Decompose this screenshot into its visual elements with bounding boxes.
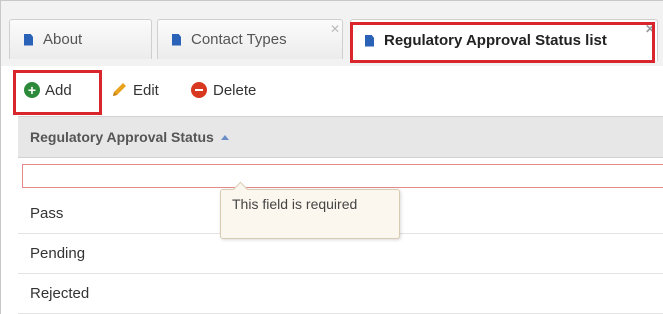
cell-status: Pending xyxy=(30,245,86,262)
table-row[interactable]: Pending xyxy=(18,234,663,274)
document-icon xyxy=(172,33,181,46)
tab-strip: About Contact Types ✕ Regulatory Approva… xyxy=(1,1,663,67)
delete-button[interactable]: Delete xyxy=(191,79,256,101)
pencil-icon xyxy=(113,83,126,96)
close-icon[interactable]: ✕ xyxy=(330,22,340,36)
new-row xyxy=(18,158,663,192)
document-icon xyxy=(24,33,33,46)
validation-tooltip: This field is required xyxy=(220,189,400,239)
document-icon xyxy=(365,34,374,47)
tab-about[interactable]: About xyxy=(9,19,152,59)
delete-label: Delete xyxy=(213,81,257,99)
app-frame: About Contact Types ✕ Regulatory Approva… xyxy=(0,0,663,314)
toolbar: + Add Edit Delete xyxy=(1,66,663,114)
validation-message: This field is required xyxy=(232,196,358,212)
edit-button[interactable]: Edit xyxy=(109,79,159,101)
tab-label: Regulatory Approval Status list xyxy=(384,32,607,49)
column-header-regulatory-approval-status[interactable]: Regulatory Approval Status xyxy=(18,116,663,158)
plus-circle-icon: + xyxy=(24,82,40,98)
cell-status: Rejected xyxy=(30,285,90,302)
tab-label: About xyxy=(43,31,83,48)
column-header-label: Regulatory Approval Status xyxy=(30,129,214,145)
close-icon[interactable]: ✕ xyxy=(645,22,655,36)
cell-status: Pass xyxy=(30,205,64,222)
minus-circle-icon xyxy=(191,82,207,98)
regulatory-approval-status-input[interactable] xyxy=(22,164,663,188)
table-row[interactable]: Rejected xyxy=(18,274,663,314)
tab-label: Contact Types xyxy=(191,31,287,48)
sort-asc-icon xyxy=(220,135,229,140)
add-label: Add xyxy=(45,81,72,99)
tab-contact-types[interactable]: Contact Types ✕ xyxy=(157,19,343,59)
add-button[interactable]: + Add xyxy=(24,79,72,101)
tab-regulatory-approval-status-list[interactable]: Regulatory Approval Status list ✕ xyxy=(350,19,658,61)
edit-label: Edit xyxy=(133,81,159,99)
